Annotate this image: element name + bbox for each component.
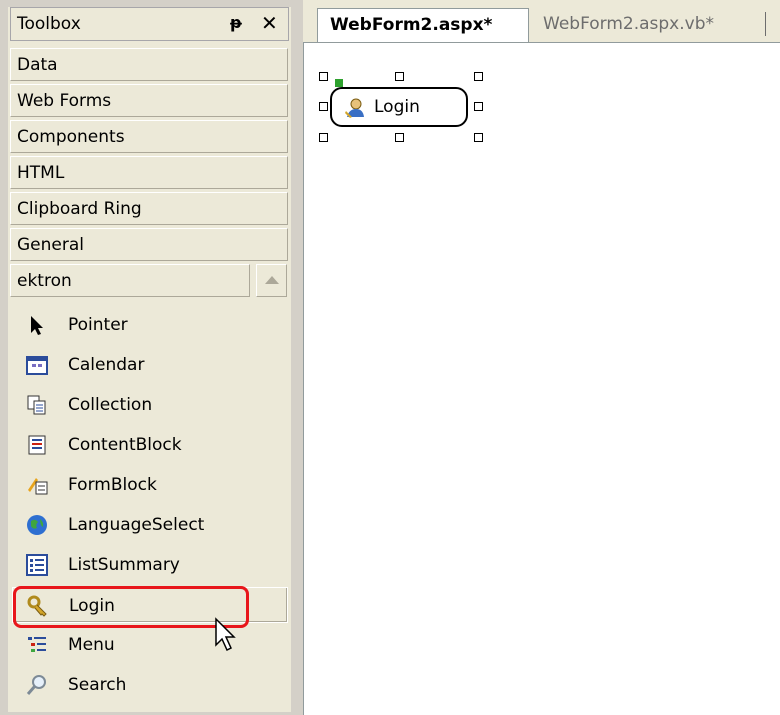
tool-item-calendar[interactable]: Calendar	[12, 347, 288, 383]
resize-handle-bottom-left[interactable]	[319, 133, 328, 142]
resize-handle-bottom[interactable]	[395, 133, 404, 142]
pin-icon[interactable]: ᵽ	[230, 13, 242, 32]
close-icon[interactable]: ✕	[261, 11, 278, 35]
mouse-cursor-icon	[215, 617, 236, 652]
resize-handle-top-left[interactable]	[319, 72, 328, 81]
globe-icon	[27, 515, 47, 535]
tool-item-search[interactable]: Search	[12, 667, 288, 703]
tool-item-list-summary[interactable]: ListSummary	[12, 547, 288, 583]
resize-handle-right[interactable]	[474, 102, 483, 111]
toolbox-tab-general[interactable]: General	[10, 228, 288, 261]
toolbox-tab-web-forms[interactable]: Web Forms	[10, 84, 288, 117]
login-control[interactable]: Login	[330, 87, 468, 127]
form-block-icon	[28, 478, 48, 495]
resize-handle-left[interactable]	[319, 102, 328, 111]
toolbox-title: Toolbox	[17, 14, 81, 34]
list-summary-icon	[26, 554, 48, 576]
smart-tag-glyph-icon[interactable]	[335, 79, 343, 87]
scroll-up-button[interactable]	[256, 264, 287, 297]
tab-webform2-aspx[interactable]: WebForm2.aspx*	[317, 8, 529, 42]
content-block-icon	[28, 435, 46, 455]
tool-item-pointer[interactable]: Pointer	[12, 307, 288, 343]
tool-item-language-select[interactable]: LanguageSelect	[12, 507, 288, 543]
magnifier-icon	[26, 675, 46, 695]
login-control-icon	[345, 98, 364, 118]
document-tab-strip: WebForm2.aspx* WebForm2.aspx.vb*	[303, 0, 780, 42]
toolbox-tab-ektron[interactable]: ektron	[10, 264, 250, 297]
tool-item-content-block[interactable]: ContentBlock	[12, 427, 288, 463]
tab-webform2-aspx-vb[interactable]: WebForm2.aspx.vb*	[543, 14, 714, 34]
toolbox-tab-html[interactable]: HTML	[10, 156, 288, 189]
resize-handle-top-right[interactable]	[474, 72, 483, 81]
menu-icon	[28, 637, 46, 652]
design-surface[interactable]: Login	[303, 42, 780, 715]
tool-item-form-block[interactable]: FormBlock	[12, 467, 288, 503]
toolbox-title-bar: Toolbox ᵽ ✕	[10, 7, 289, 41]
calendar-icon	[26, 356, 48, 375]
tab-separator	[765, 12, 766, 36]
resize-handle-bottom-right[interactable]	[474, 133, 483, 142]
resize-handle-top[interactable]	[395, 72, 404, 81]
tool-item-collection[interactable]: Collection	[12, 387, 288, 423]
pointer-icon	[31, 316, 43, 335]
tool-item-menu[interactable]: Menu	[12, 627, 288, 663]
splitter[interactable]	[297, 0, 301, 715]
toolbox-tab-clipboard-ring[interactable]: Clipboard Ring	[10, 192, 288, 225]
toolbox-tab-data[interactable]: Data	[10, 48, 288, 81]
toolbox-tab-components[interactable]: Components	[10, 120, 288, 153]
collection-icon	[27, 395, 46, 415]
